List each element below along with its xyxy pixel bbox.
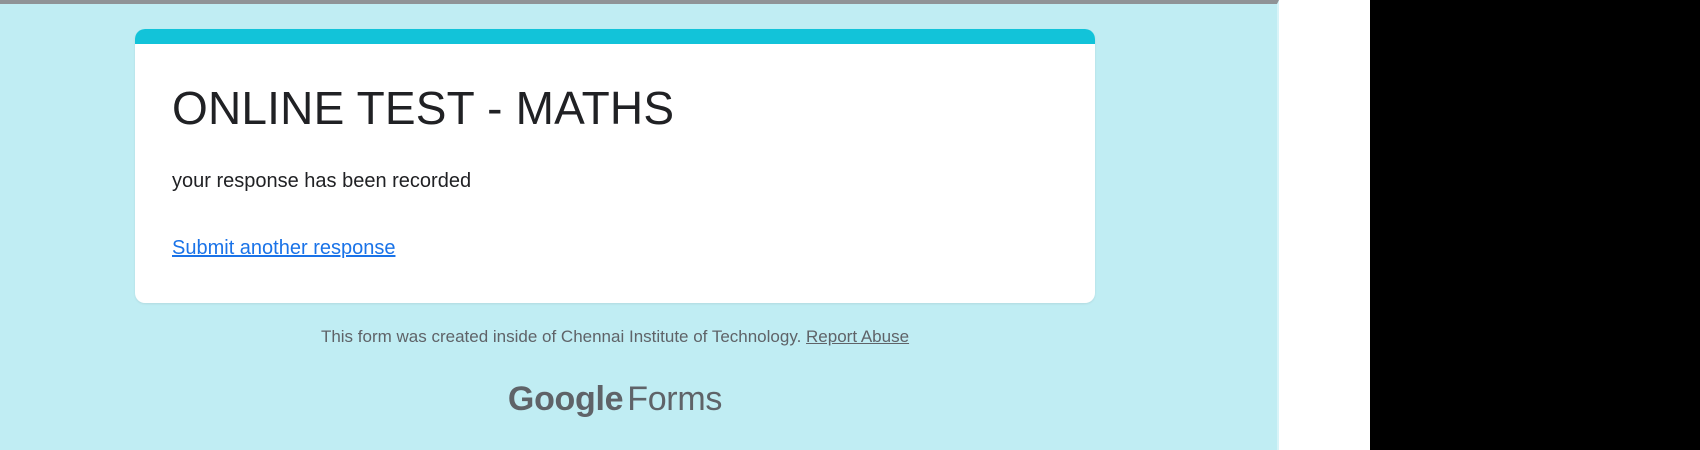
form-page: ONLINE TEST - MATHS your response has be…	[0, 0, 1279, 450]
footer-note-text: This form was created inside of Chennai …	[320, 327, 802, 346]
black-side-panel	[1370, 0, 1700, 450]
confirmation-message: your response has been recorded	[172, 170, 472, 192]
footer-note: This form was created inside of Chennai …	[0, 327, 1230, 347]
logo-google-text: Google	[507, 380, 624, 418]
browser-viewport: ONLINE TEST - MATHS your response has be…	[0, 0, 1700, 450]
card-accent-bar	[135, 29, 1095, 44]
form-title: ONLINE TEST - MATHS	[172, 82, 675, 134]
report-abuse-link[interactable]: Report Abuse	[806, 327, 909, 346]
logo-forms-text: Forms	[627, 380, 723, 418]
google-forms-logo[interactable]: Google Forms	[0, 382, 1230, 416]
confirmation-card: ONLINE TEST - MATHS your response has be…	[135, 29, 1095, 303]
submit-another-response-link[interactable]: Submit another response	[172, 238, 395, 258]
